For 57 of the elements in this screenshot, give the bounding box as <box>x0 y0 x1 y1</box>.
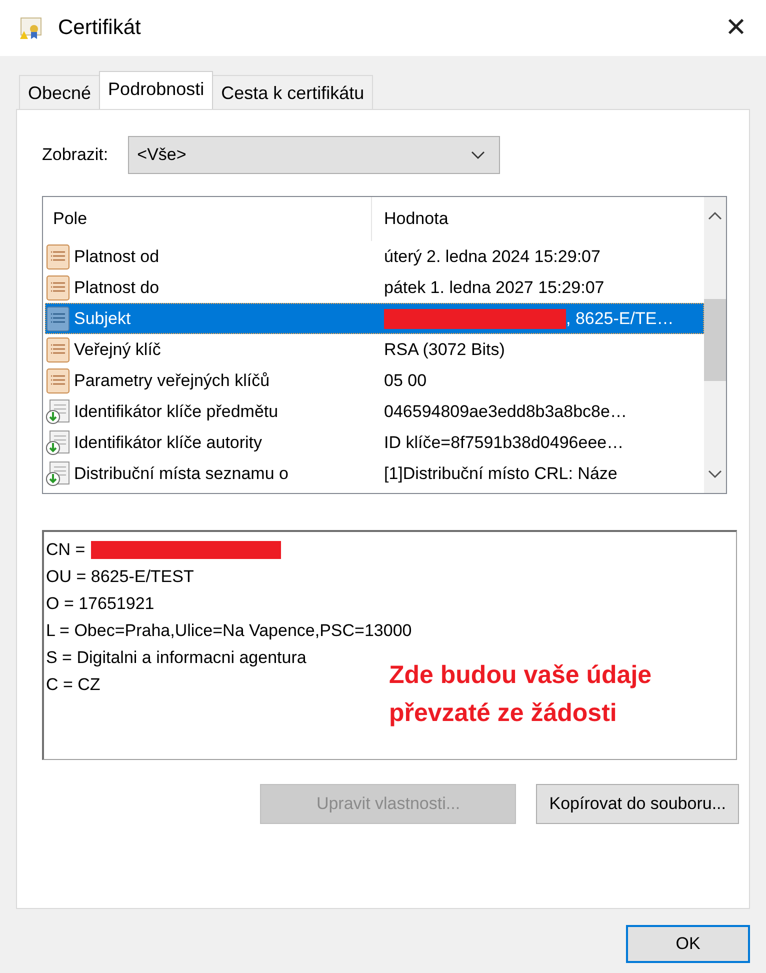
detail-line: O = 17651921 <box>46 594 154 614</box>
chevron-down-icon <box>471 150 486 160</box>
document-download-icon <box>45 460 71 486</box>
field-value: úterý 2. ledna 2024 15:29:07 <box>384 246 600 266</box>
field-name: Identifikátor klíče autority <box>74 432 262 452</box>
tab[interactable]: Obecné <box>19 75 100 109</box>
detail-line: OU = 8625-E/TEST <box>46 566 194 586</box>
tab[interactable]: Cesta k certifikátu <box>212 75 374 109</box>
list-row[interactable]: Identifikátor klíče autority ID klíče=8f7591b38d0496eee… <box>45 427 704 458</box>
annotation-text: Zde budou vaše údaje převzaté ze žádosti <box>389 660 653 729</box>
field-value: 046594809ae3edd8b3a8bc8e… <box>384 402 627 422</box>
field-value: [1]Distribuční místo CRL: Náze <box>384 464 618 484</box>
detail-line: CN = <box>46 540 86 560</box>
field-value: pátek 1. ledna 2027 15:29:07 <box>384 278 604 298</box>
action-button[interactable]: Kopírovat do souboru... <box>536 784 739 824</box>
window-title: Certifikát <box>58 16 142 40</box>
field-name: Platnost od <box>74 246 160 266</box>
list-row[interactable]: Identifikátor klíče předmětu 046594809ae3edd8b3a8bc8e… <box>45 396 704 427</box>
field-name: Veřejný klíč <box>74 340 161 360</box>
show-label: Zobrazit: <box>42 145 108 165</box>
scrollbar[interactable] <box>704 197 726 493</box>
ok-button[interactable]: OK <box>626 925 750 963</box>
field-name: Identifikátor klíče předmětu <box>74 402 278 422</box>
list-row[interactable]: Veřejný klíč RSA (3072 Bits) <box>45 334 704 365</box>
document-icon <box>45 336 71 362</box>
list-row[interactable]: Platnost od úterý 2. ledna 2024 15:29:07 <box>45 241 704 272</box>
scroll-up-icon[interactable] <box>708 211 722 221</box>
details-box[interactable]: CN = OU = 8625-E/TEST O = 17651921 L = Obec=Praha,Ulice=Na Vapence,PSC=13000 S = Digitalni a informacni agentura C = CZ Zde budou vaše údaje převzaté ze žádosti <box>42 530 737 760</box>
tab[interactable]: Podrobnosti <box>99 71 214 109</box>
list-row[interactable]: Distribuční místa seznamu o [1]Distribuční místo CRL: Náze <box>45 458 704 489</box>
column-header[interactable]: Hodnota <box>372 209 448 229</box>
column-header[interactable]: Pole <box>43 197 372 241</box>
field-value: RSA (3072 Bits) <box>384 340 505 360</box>
document-icon <box>45 244 71 270</box>
document-icon <box>45 274 71 300</box>
detail-line: L = Obec=Praha,Ulice=Na Vapence,PSC=13000 <box>46 620 412 640</box>
show-dropdown[interactable]: <Vše> <box>128 136 500 174</box>
document-icon <box>45 368 71 394</box>
field-name: Platnost do <box>74 278 160 298</box>
scrollbar-thumb[interactable] <box>704 299 726 381</box>
list-row[interactable]: Subjekt , 8625-E/TE… <box>45 303 704 334</box>
list-row[interactable]: Platnost do pátek 1. ledna 2027 15:29:07 <box>45 272 704 303</box>
certificate-icon <box>18 15 44 41</box>
field-name: Parametry veřejných klíčů <box>74 370 270 390</box>
detail-line: S = Digitalni a informacni agentura <box>46 648 306 668</box>
field-value: ID klíče=8f7591b38d0496eee… <box>384 432 624 452</box>
list-row[interactable]: Parametry veřejných klíčů 05 00 <box>45 365 704 396</box>
field-value: , 8625-E/TE… <box>566 308 674 328</box>
document-download-icon <box>45 398 71 424</box>
document-icon <box>45 306 71 332</box>
close-button[interactable]: ✕ <box>706 3 766 53</box>
document-download-icon <box>45 430 71 456</box>
field-name: Subjekt <box>74 308 131 328</box>
field-value: 05 00 <box>384 370 427 390</box>
scroll-down-icon[interactable] <box>708 469 722 479</box>
detail-line: C = CZ <box>46 674 100 694</box>
field-name: Distribuční místa seznamu o <box>74 464 288 484</box>
